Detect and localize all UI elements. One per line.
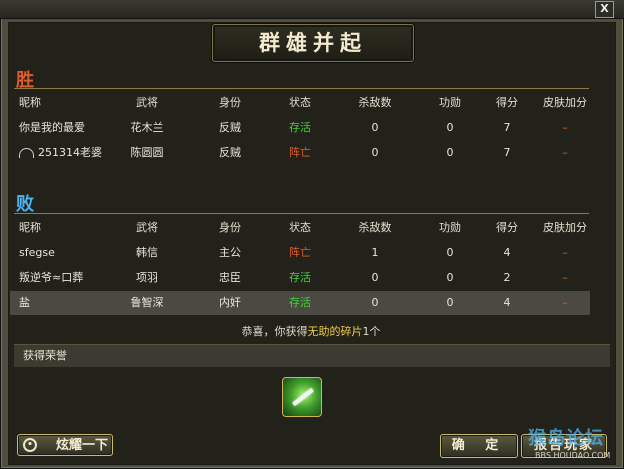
player-status: 存活 [289, 296, 311, 309]
show-off-label: 炫耀一下 [55, 438, 108, 453]
col-status: 状态 [289, 96, 311, 109]
confirm-button[interactable]: 确 定 [440, 434, 518, 458]
player-kills: 0 [371, 121, 379, 134]
honor-bar: 获得荣誉 [14, 344, 610, 367]
col-general: 武将 [136, 221, 158, 234]
player-score: 7 [503, 146, 511, 159]
col-status: 状态 [289, 221, 311, 234]
player-role: 主公 [219, 246, 241, 259]
player-general: 韩信 [136, 246, 158, 259]
player-merit: 0 [446, 296, 454, 309]
player-skin-bonus: – [562, 246, 568, 259]
player-merit: 0 [446, 271, 454, 284]
player-name: sfegse [19, 246, 55, 259]
lose-header-row: 昵称 武将 身份 状态 杀敌数 功勋 得分 皮肤加分 [10, 216, 590, 240]
speech-bubble-icon: • [23, 438, 37, 452]
blade-shape [292, 388, 314, 406]
reward-message-prefix: 恭喜，你获得 [241, 325, 308, 338]
close-button[interactable]: X [595, 1, 614, 18]
player-score: 4 [503, 246, 511, 259]
player-merit: 0 [446, 246, 454, 259]
player-score: 2 [503, 271, 511, 284]
col-nickname: 昵称 [19, 221, 41, 234]
col-merit: 功勋 [439, 221, 461, 234]
player-name: 盐 [19, 296, 30, 309]
player-score: 4 [503, 296, 511, 309]
reward-item-name: 无助的碎片 [307, 325, 363, 338]
player-general: 项羽 [136, 271, 158, 284]
player-role: 忠臣 [219, 271, 241, 284]
player-skin-bonus: – [562, 271, 568, 284]
reward-message-suffix: 1个 [362, 325, 381, 338]
col-merit: 功勋 [439, 96, 461, 109]
reward-message: 恭喜，你获得无助的碎片1个 [8, 323, 614, 339]
player-kills: 1 [371, 246, 379, 259]
col-role: 身份 [219, 221, 241, 234]
player-role: 反贼 [219, 121, 241, 134]
col-kills: 杀敌数 [358, 221, 392, 234]
win-header-row: 昵称 武将 身份 状态 杀敌数 功勋 得分 皮肤加分 [10, 91, 590, 115]
player-merit: 0 [446, 121, 454, 134]
player-role: 内奸 [219, 296, 241, 309]
player-row-lose-3-current[interactable]: 盐 鲁智深 内奸 存活 0 0 4 – [10, 291, 590, 315]
title-bar: X [0, 0, 624, 19]
honor-label: 获得荣誉 [23, 349, 67, 362]
dagger-reward-icon[interactable] [282, 377, 322, 417]
col-general: 武将 [136, 96, 158, 109]
player-status: 存活 [289, 271, 311, 284]
player-kills: 0 [371, 146, 379, 159]
lose-divider [14, 213, 589, 214]
player-row-lose-1[interactable]: sfegse 韩信 主公 阵亡 1 0 4 – [10, 241, 590, 265]
player-skin-bonus: – [562, 146, 568, 159]
player-row-lose-2[interactable]: 叛逆爷≈口葬 项羽 忠臣 存活 0 0 2 – [10, 266, 590, 290]
player-status: 存活 [289, 121, 311, 134]
player-name-cell: 251314老婆 [19, 141, 102, 165]
player-name: 你是我的最爱 [19, 121, 85, 134]
col-score: 得分 [496, 221, 518, 234]
player-skin-bonus: – [562, 121, 568, 134]
player-status: 阵亡 [289, 146, 311, 159]
player-status: 阵亡 [289, 246, 311, 259]
watermark-url: BBS.HOUDAO.COM [535, 451, 611, 460]
player-merit: 0 [446, 146, 454, 159]
col-kills: 杀敌数 [358, 96, 392, 109]
player-general: 鲁智深 [130, 296, 164, 309]
col-score: 得分 [496, 96, 518, 109]
player-kills: 0 [371, 296, 379, 309]
player-name: 251314老婆 [38, 146, 102, 159]
col-nickname: 昵称 [19, 96, 41, 109]
player-name: 叛逆爷≈口葬 [19, 271, 84, 284]
win-divider [14, 88, 589, 89]
show-off-button[interactable]: • 炫耀一下 [17, 434, 113, 456]
player-role: 反贼 [219, 146, 241, 159]
col-skin-bonus: 皮肤加分 [543, 96, 587, 109]
player-general: 花木兰 [130, 121, 164, 134]
player-row-win-1[interactable]: 你是我的最爱 花木兰 反贼 存活 0 0 7 – [10, 116, 590, 140]
result-title: 群雄并起 [212, 24, 414, 62]
player-kills: 0 [371, 271, 379, 284]
col-skin-bonus: 皮肤加分 [543, 221, 587, 234]
player-score: 7 [503, 121, 511, 134]
col-role: 身份 [219, 96, 241, 109]
player-general: 陈圆圆 [130, 146, 164, 159]
wifi-icon [19, 148, 34, 158]
watermark-logo: 猴岛论坛 [528, 428, 604, 449]
player-row-win-2[interactable]: 251314老婆 陈圆圆 反贼 阵亡 0 0 7 – [10, 141, 590, 165]
player-skin-bonus: – [562, 296, 568, 309]
